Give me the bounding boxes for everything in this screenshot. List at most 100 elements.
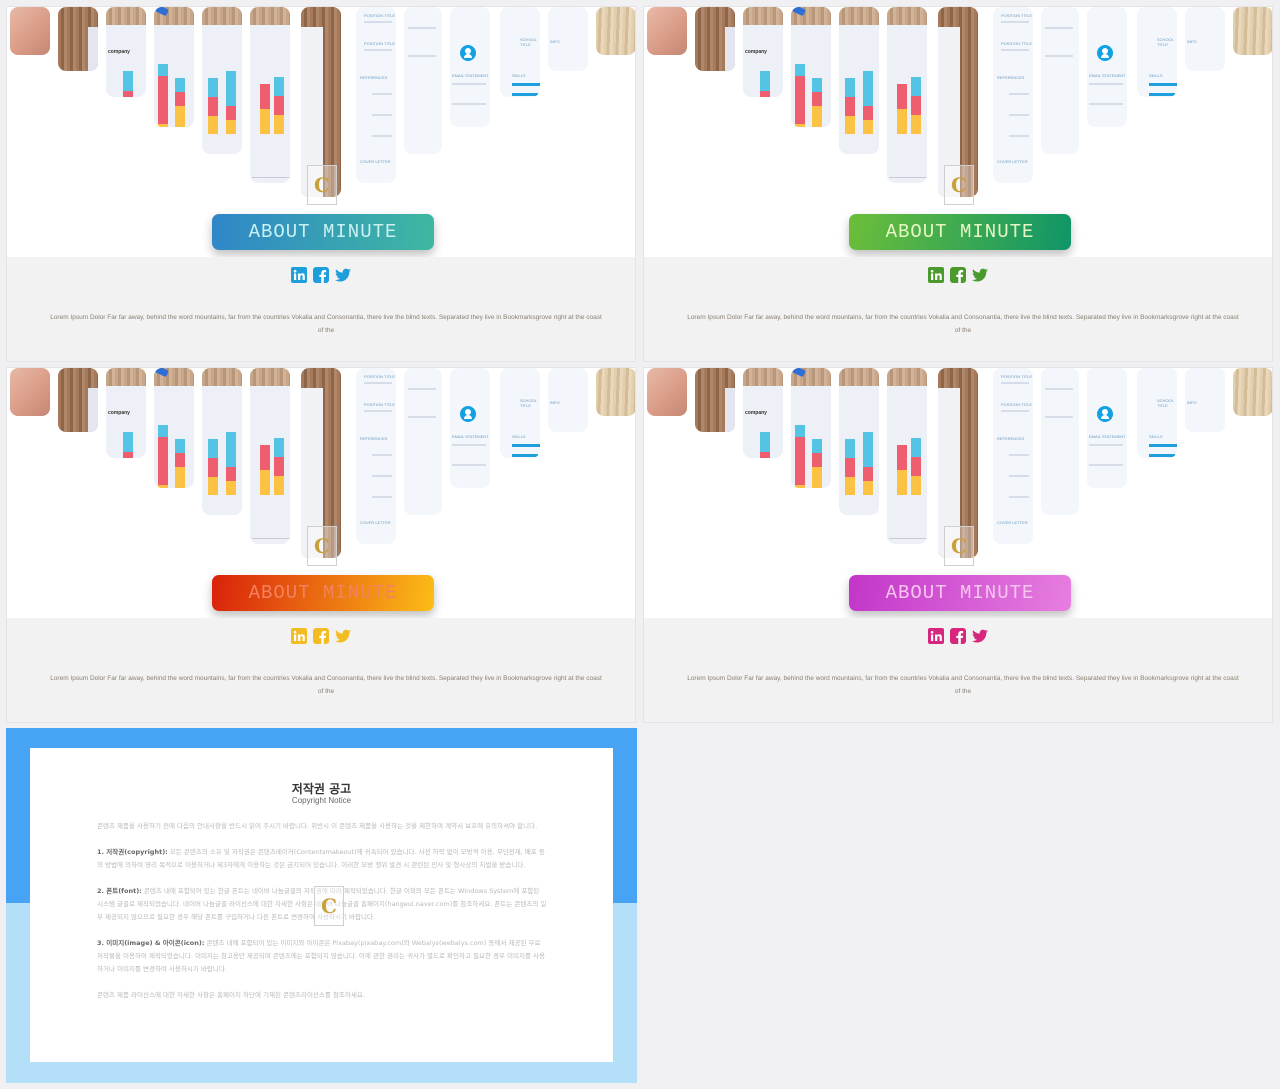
chart-photo-tile [154, 7, 194, 127]
photo-tile [1233, 7, 1272, 55]
resume-doc-tile [1041, 368, 1079, 515]
resume-doc-tile: SKILLS SCHOOL TITLE [500, 368, 540, 458]
footer-description: Lorem Ipsum Dolor Far far away, behind t… [687, 314, 1239, 334]
resume-doc-tile [404, 368, 442, 515]
resume-doc-tile: POSITION TITLE POSITION TITLE REFERENCES… [993, 368, 1033, 544]
panel-footer: Lorem Ipsum Dolor Far far away, behind t… [7, 618, 635, 722]
social-links [644, 628, 1272, 644]
promo-panel-orange: company C POSITION TITLE POSITION TITLE … [6, 367, 636, 723]
chart-photo-tile [202, 7, 242, 154]
linkedin-icon[interactable] [928, 267, 944, 283]
company-label: company [745, 49, 767, 55]
copyright-card: 저작권 공고 Copyright Notice 콘텐츠 제품을 사용하기 전에 … [30, 748, 613, 1062]
chart-photo-tile [839, 368, 879, 515]
resume-doc-tile: POSITION TITLE POSITION TITLE REFERENCES… [993, 7, 1033, 183]
chart-photo-tile [791, 7, 831, 127]
linkedin-icon[interactable] [928, 628, 944, 644]
promo-panel-blue: company C POSITION TITLE POSITION TITLE … [6, 6, 636, 362]
resume-doc-tile: POSITION TITLE POSITION TITLE REFERENCES… [356, 7, 396, 183]
chart-photo-tile [202, 368, 242, 515]
hero-area: company C POSITION TITLE POSITION TITLE … [7, 7, 635, 257]
promo-panel-purple: company C POSITION TITLE POSITION TITLE … [643, 367, 1273, 723]
hero-area: company C POSITION TITLE POSITION TITLE … [644, 368, 1272, 618]
copyright-notice-panel: 저작권 공고 Copyright Notice 콘텐츠 제품을 사용하기 전에 … [6, 728, 637, 1083]
resume-doc-tile: EMAIL STATEMENT [1087, 368, 1127, 488]
photo-tile [695, 7, 735, 71]
watermark-logo: C [944, 526, 974, 566]
twitter-icon[interactable] [972, 628, 988, 644]
about-minute-button[interactable]: ABOUT MINUTE [212, 575, 434, 611]
linkedin-icon[interactable] [291, 267, 307, 283]
copyright-section-heading: 2. 폰트(font): [97, 887, 142, 895]
user-avatar-icon [1097, 45, 1113, 61]
hero-area: company C POSITION TITLE POSITION TITLE … [644, 7, 1272, 257]
resume-doc-tile: INFO [1185, 7, 1225, 71]
watermark-logo: C [314, 886, 344, 926]
footer-description: Lorem Ipsum Dolor Far far away, behind t… [50, 675, 602, 695]
watermark-logo: C [307, 526, 337, 566]
photo-tile [596, 7, 635, 55]
twitter-icon[interactable] [335, 267, 351, 283]
social-links [7, 267, 635, 283]
chart-photo-tile: company [743, 7, 783, 97]
footer-description: Lorem Ipsum Dolor Far far away, behind t… [50, 314, 602, 334]
photo-tile [58, 368, 98, 432]
company-label: company [108, 49, 130, 55]
chart-photo-tile [250, 7, 290, 183]
user-avatar-icon [1097, 406, 1113, 422]
facebook-icon[interactable] [313, 628, 329, 644]
chart-photo-tile: company [743, 368, 783, 458]
twitter-icon[interactable] [972, 267, 988, 283]
social-links [644, 267, 1272, 283]
resume-doc-tile: INFO [548, 7, 588, 71]
linkedin-icon[interactable] [291, 628, 307, 644]
resume-doc-tile: POSITION TITLE POSITION TITLE REFERENCES… [356, 368, 396, 544]
chart-photo-tile: company [106, 368, 146, 458]
copyright-section: 3. 이미지(image) & 아이콘(icon): 콘텐츠 내에 포함되어 있… [97, 937, 547, 976]
resume-doc-tile: SKILLS SCHOOL TITLE [1137, 7, 1177, 97]
about-minute-button[interactable]: ABOUT MINUTE [849, 214, 1071, 250]
user-avatar-icon [460, 406, 476, 422]
about-minute-button[interactable]: ABOUT MINUTE [849, 575, 1071, 611]
company-label: company [745, 410, 767, 416]
facebook-icon[interactable] [950, 267, 966, 283]
resume-doc-tile: EMAIL STATEMENT [450, 7, 490, 127]
photo-tile [596, 368, 635, 416]
chart-photo-tile [887, 7, 927, 183]
panel-footer: Lorem Ipsum Dolor Far far away, behind t… [7, 257, 635, 361]
facebook-icon[interactable] [950, 628, 966, 644]
social-links [7, 628, 635, 644]
footer-description: Lorem Ipsum Dolor Far far away, behind t… [687, 675, 1239, 695]
facebook-icon[interactable] [313, 267, 329, 283]
hero-area: company C POSITION TITLE POSITION TITLE … [7, 368, 635, 618]
chart-photo-tile [154, 368, 194, 488]
copyright-section-heading: 3. 이미지(image) & 아이콘(icon): [97, 939, 205, 947]
photo-tile [647, 368, 687, 416]
photo-tile [10, 368, 50, 416]
chart-photo-tile [887, 368, 927, 544]
chart-photo-tile [250, 368, 290, 544]
resume-doc-tile: SKILLS SCHOOL TITLE [1137, 368, 1177, 458]
resume-doc-tile [404, 7, 442, 154]
promo-panel-green: company C POSITION TITLE POSITION TITLE … [643, 6, 1273, 362]
photo-tile [10, 7, 50, 55]
copyright-title: 저작권 공고 [291, 782, 352, 796]
photo-tile [695, 368, 735, 432]
resume-doc-tile [1041, 7, 1079, 154]
resume-doc-tile: INFO [1185, 368, 1225, 432]
resume-doc-tile: EMAIL STATEMENT [450, 368, 490, 488]
copyright-outro: 콘텐츠 제품 라이선스에 대한 자세한 사항은 홈페이지 하단에 기재된 콘텐츠… [97, 991, 365, 999]
photo-tile [1233, 368, 1272, 416]
copyright-section-heading: 1. 저작권(copyright): [97, 848, 168, 856]
user-avatar-icon [460, 45, 476, 61]
about-minute-button[interactable]: ABOUT MINUTE [212, 214, 434, 250]
panel-footer: Lorem Ipsum Dolor Far far away, behind t… [644, 618, 1272, 722]
resume-doc-tile: INFO [548, 368, 588, 432]
chart-photo-tile [839, 7, 879, 154]
watermark-logo: C [944, 165, 974, 205]
chart-photo-tile [791, 368, 831, 488]
resume-doc-tile: SKILLS SCHOOL TITLE [500, 7, 540, 97]
company-label: company [108, 410, 130, 416]
twitter-icon[interactable] [335, 628, 351, 644]
photo-tile [647, 7, 687, 55]
